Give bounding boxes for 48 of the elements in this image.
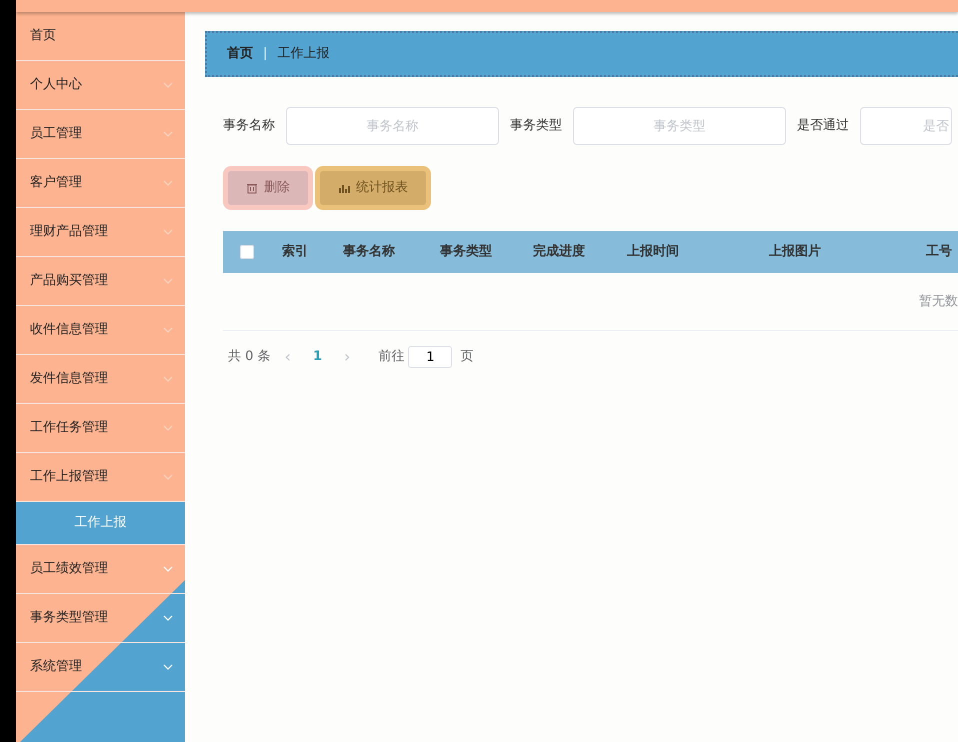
sidebar-menu-item[interactable]: 发件信息管理 [16,355,185,404]
bar-chart-icon [338,182,350,194]
column-header: 索引 [282,244,308,260]
breadcrumb-link[interactable]: 首页 [227,44,253,64]
field-label: 事务名称 [223,117,275,136]
column-header: 事务名称 [343,244,395,260]
chevron-down-icon [163,664,173,670]
sidebar-menu-item[interactable]: 员工管理 [16,110,185,159]
chevron-down-icon [163,131,173,137]
chevron-down-icon [163,278,173,284]
search-field[interactable]: 事务名称 [286,107,499,145]
sidebar-menu-item[interactable]: 个人中心 [16,61,185,110]
chevron-down-icon [163,615,173,621]
chevron-down-icon [163,566,173,572]
sidebar-menu-item[interactable]: 首页 [16,12,185,61]
sidebar-menu-item[interactable]: 事务类型管理 [16,594,185,643]
column-header: 工号 [926,244,952,260]
sidebar-menu-item[interactable]: 产品购买管理 [16,257,185,306]
total-count: 共 0 条 [228,348,271,366]
breadcrumb-current: 工作上报 [277,45,330,64]
chevron-down-icon [163,82,173,88]
sidebar-menu-item[interactable]: 系统管理 [16,643,185,692]
column-header: 上报图片 [769,244,821,260]
page-input[interactable]: 1 [408,346,452,368]
column-header: 完成进度 [533,244,585,260]
page-unit-label: 页 [460,348,474,366]
chevron-down-icon [163,425,173,431]
column-header: 事务类型 [440,244,492,260]
field-label: 是否通过 [797,117,849,136]
breadcrumb-separator: | [263,45,268,64]
field-label: 事务类型 [510,117,562,136]
goto-label: 前往 [378,348,404,366]
sidebar-menu-item[interactable]: 员工绩效管理 [16,545,185,594]
search-field[interactable]: 是否 [860,107,952,145]
chevron-down-icon [163,180,173,186]
sidebar-menu-item[interactable]: 客户管理 [16,159,185,208]
chevron-down-icon [163,229,173,235]
trash-icon [246,182,258,194]
chevron-down-icon [163,327,173,333]
sidebar-menu-item[interactable]: 收件信息管理 [16,306,185,355]
chevron-down-icon [163,474,173,480]
checkbox[interactable] [240,245,254,259]
sidebar-menu-item[interactable]: 工作任务管理 [16,404,185,453]
search-field[interactable]: 事务类型 [573,107,786,145]
column-header: 上报时间 [627,244,679,260]
empty-table-text: 暂无数 [919,292,958,311]
chevron-down-icon [163,376,173,382]
sidebar-menu-item[interactable]: 理财产品管理 [16,208,185,257]
